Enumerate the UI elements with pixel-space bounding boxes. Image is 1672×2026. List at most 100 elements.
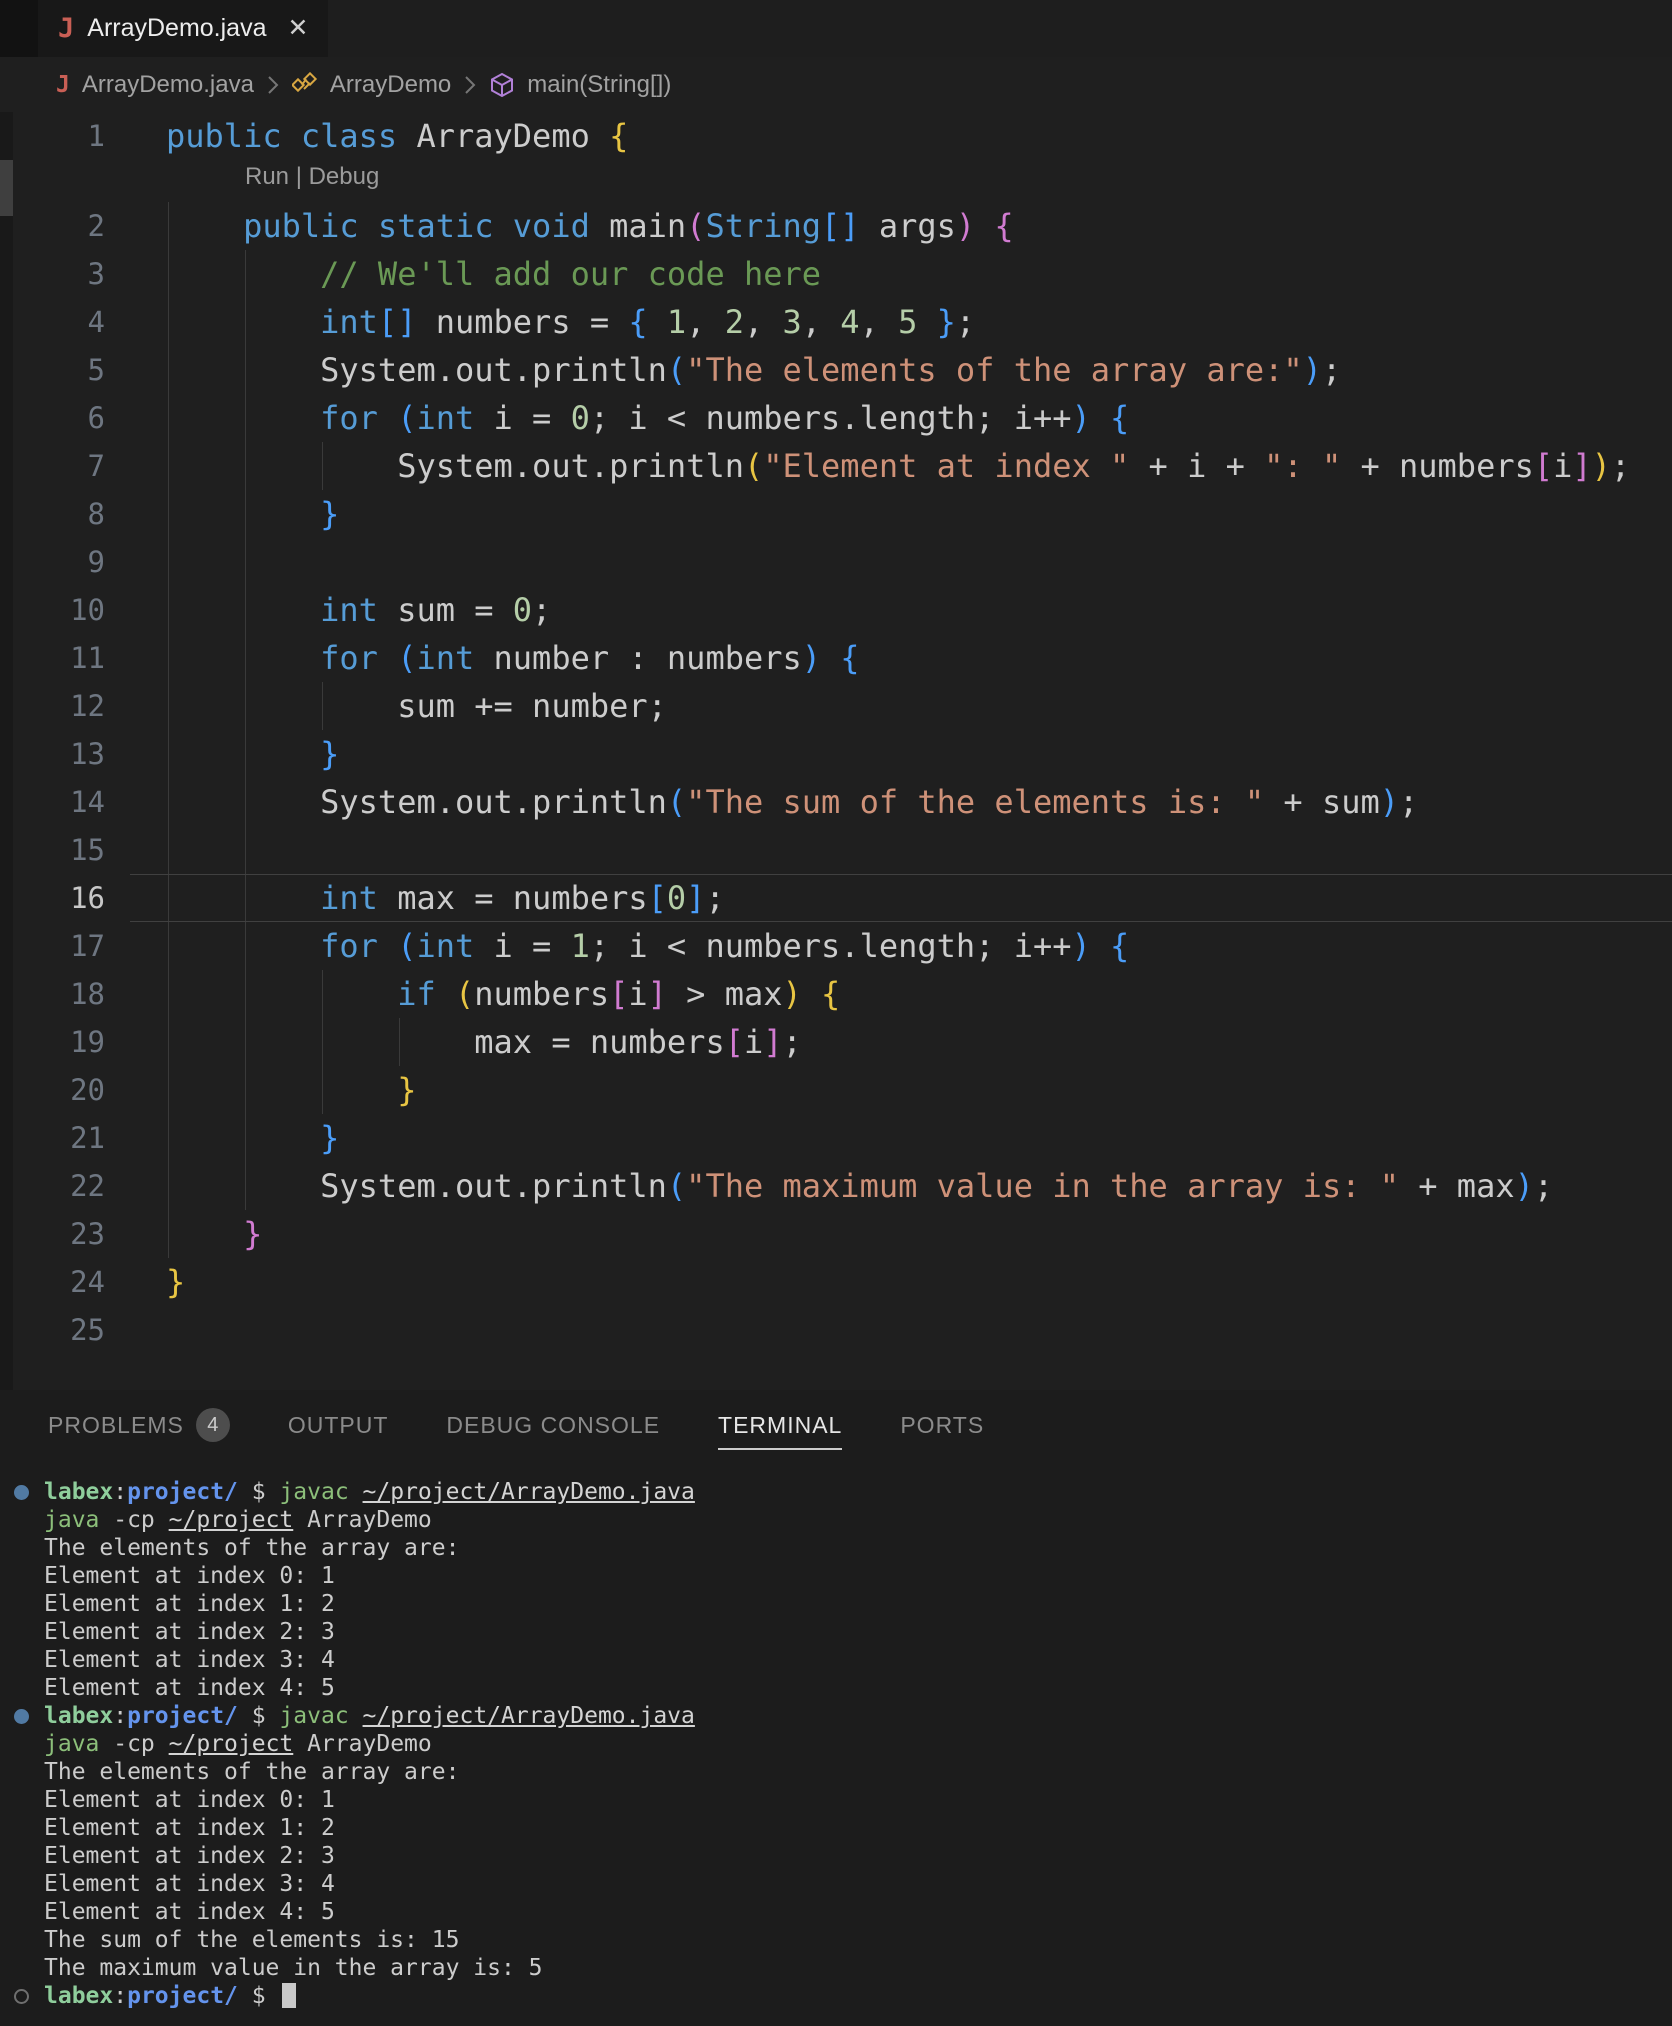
line-number[interactable]: 9 (0, 538, 105, 586)
code-line-9[interactable]: 9 (0, 538, 1672, 586)
code-text: for (int i = 1; i < numbers.length; i++)… (105, 922, 1672, 970)
line-number[interactable]: 13 (0, 730, 105, 778)
code-line-13[interactable]: 13 } (0, 730, 1672, 778)
code-line-14[interactable]: 14 System.out.println("The sum of the el… (0, 778, 1672, 826)
terminal-link[interactable]: ~/project/ArrayDemo.java (363, 1479, 695, 1505)
code-line-6[interactable]: 6 for (int i = 0; i < numbers.length; i+… (0, 394, 1672, 442)
indent-guide (322, 442, 323, 490)
code-line-22[interactable]: 22 System.out.println("The maximum value… (0, 1162, 1672, 1210)
breadcrumb-file[interactable]: ArrayDemo.java (82, 71, 254, 99)
line-number[interactable]: 17 (0, 922, 105, 970)
panel-tab-problems[interactable]: PROBLEMS 4 (48, 1390, 230, 1460)
line-number[interactable]: 18 (0, 970, 105, 1018)
line-number[interactable]: 21 (0, 1114, 105, 1162)
code-line-10[interactable]: 10 int sum = 0; (0, 586, 1672, 634)
line-number[interactable]: 10 (0, 586, 105, 634)
chevron-right-icon (463, 74, 477, 96)
line-number[interactable]: 16 (0, 874, 105, 922)
code-line-25[interactable]: 25 (0, 1306, 1672, 1354)
line-number[interactable]: 11 (0, 634, 105, 682)
code-line-3[interactable]: 3 // We'll add our code here (0, 250, 1672, 298)
line-number[interactable]: 24 (0, 1258, 105, 1306)
java-file-icon: J (58, 13, 74, 44)
tab-arraydemo-java[interactable]: J ArrayDemo.java ✕ (38, 0, 328, 57)
terminal-line: labex:project/ $ javac ~/project/ArrayDe… (44, 1478, 1672, 1506)
code-text: public class ArrayDemo { (105, 112, 1672, 160)
code-line-12[interactable]: 12 sum += number; (0, 682, 1672, 730)
line-number[interactable]: 8 (0, 490, 105, 538)
line-number[interactable]: 5 (0, 346, 105, 394)
terminal-cursor (282, 1983, 296, 2008)
code-text: for (int number : numbers) { (105, 634, 1672, 682)
code-line-8[interactable]: 8 } (0, 490, 1672, 538)
code-line-2[interactable]: 2 public static void main(String[] args)… (0, 202, 1672, 250)
breadcrumb: J ArrayDemo.java ArrayDemo main(String[]… (0, 57, 1672, 112)
close-icon[interactable]: ✕ (288, 16, 309, 41)
code-line-19[interactable]: 19 max = numbers[i]; (0, 1018, 1672, 1066)
terminal-link[interactable]: ~/project (169, 1731, 294, 1757)
command-decoration-icon[interactable] (14, 1485, 29, 1500)
line-number[interactable]: 23 (0, 1210, 105, 1258)
terminal[interactable]: labex:project/ $ javac ~/project/ArrayDe… (0, 1460, 1672, 2026)
chevron-right-icon (266, 74, 280, 96)
terminal-line: The elements of the array are: (44, 1758, 1672, 1786)
code-line-17[interactable]: 17 for (int i = 1; i < numbers.length; i… (0, 922, 1672, 970)
line-number[interactable]: 14 (0, 778, 105, 826)
line-number[interactable]: 19 (0, 1018, 105, 1066)
line-number[interactable]: 22 (0, 1162, 105, 1210)
panel-tab-output[interactable]: OUTPUT (288, 1390, 389, 1460)
line-number[interactable]: 2 (0, 202, 105, 250)
code-line-7[interactable]: 7 System.out.println("Element at index "… (0, 442, 1672, 490)
code-line-24[interactable]: 24} (0, 1258, 1672, 1306)
code-text: public static void main(String[] args) { (105, 202, 1672, 250)
panel-tab-terminal[interactable]: TERMINAL (718, 1390, 842, 1460)
line-number[interactable]: 25 (0, 1306, 105, 1354)
breadcrumb-class[interactable]: ArrayDemo (330, 71, 451, 99)
code-text: int[] numbers = { 1, 2, 3, 4, 5 }; (105, 298, 1672, 346)
bottom-panel: PROBLEMS 4 OUTPUT DEBUG CONSOLE TERMINAL PORT… (0, 1390, 1672, 2026)
code-text: System.out.println("The maximum value in… (105, 1162, 1672, 1210)
line-number[interactable]: 1 (0, 112, 105, 160)
line-number[interactable]: 7 (0, 442, 105, 490)
code-line-11[interactable]: 11 for (int number : numbers) { (0, 634, 1672, 682)
command-decoration-icon[interactable] (14, 1709, 29, 1724)
line-number[interactable]: 6 (0, 394, 105, 442)
indent-guide (245, 250, 246, 1210)
breadcrumb-method[interactable]: main(String[]) (527, 71, 671, 99)
problems-badge: 4 (196, 1408, 230, 1442)
indent-guide (322, 682, 323, 730)
code-line-4[interactable]: 4 int[] numbers = { 1, 2, 3, 4, 5 }; (0, 298, 1672, 346)
line-number[interactable]: 4 (0, 298, 105, 346)
code-editor[interactable]: 1public class ArrayDemo {Run | Debug2 pu… (0, 112, 1672, 1390)
code-line-21[interactable]: 21 } (0, 1114, 1672, 1162)
terminal-line: Element at index 1: 2 (44, 1590, 1672, 1618)
code-line-20[interactable]: 20 } (0, 1066, 1672, 1114)
terminal-link[interactable]: ~/project (169, 1507, 294, 1533)
terminal-link[interactable]: ~/project/ArrayDemo.java (363, 1703, 695, 1729)
code-line-16[interactable]: 16 int max = numbers[0]; (0, 874, 1672, 922)
panel-tab-ports[interactable]: PORTS (900, 1390, 984, 1460)
panel-tab-label: PROBLEMS (48, 1390, 184, 1460)
code-line-15[interactable]: 15 (0, 826, 1672, 874)
code-line-1[interactable]: 1public class ArrayDemo { (0, 112, 1672, 160)
code-text (105, 1306, 1672, 1354)
panel-tab-debug-console[interactable]: DEBUG CONSOLE (446, 1390, 660, 1460)
terminal-line: Element at index 0: 1 (44, 1786, 1672, 1814)
editor-tab-bar: J ArrayDemo.java ✕ (0, 0, 1672, 57)
indent-guide (168, 202, 169, 1258)
line-number[interactable]: 20 (0, 1066, 105, 1114)
code-text: int sum = 0; (105, 586, 1672, 634)
line-number[interactable]: 12 (0, 682, 105, 730)
line-number[interactable]: 3 (0, 250, 105, 298)
code-line-23[interactable]: 23 } (0, 1210, 1672, 1258)
code-line-5[interactable]: 5 System.out.println("The elements of th… (0, 346, 1672, 394)
codelens-run-debug[interactable]: Run | Debug (0, 160, 1672, 202)
code-text: } (105, 1210, 1672, 1258)
command-decoration-icon[interactable] (14, 1989, 29, 2004)
code-text: System.out.println("The sum of the eleme… (105, 778, 1672, 826)
terminal-line: java -cp ~/project ArrayDemo (44, 1730, 1672, 1758)
code-text: if (numbers[i] > max) { (105, 970, 1672, 1018)
line-number[interactable]: 15 (0, 826, 105, 874)
code-line-18[interactable]: 18 if (numbers[i] > max) { (0, 970, 1672, 1018)
code-text (105, 826, 1672, 874)
